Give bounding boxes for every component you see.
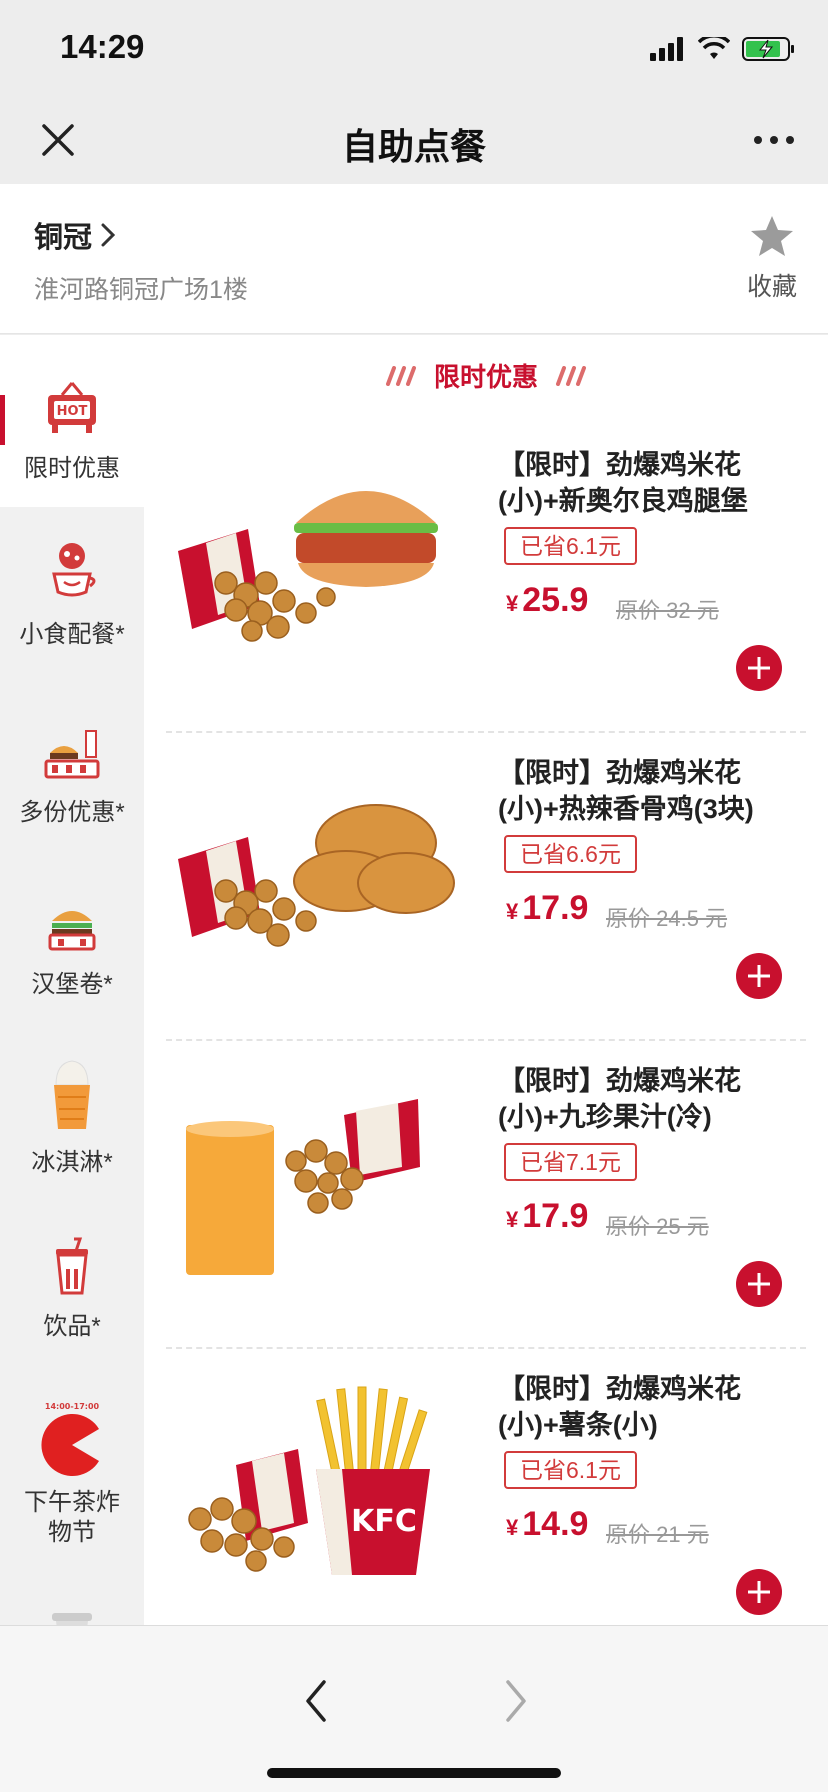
drink-cup-icon bbox=[56, 1237, 88, 1295]
cup-icon bbox=[52, 1613, 92, 1625]
section-header: 限时优惠 bbox=[144, 357, 828, 394]
sidebar-item-drinks[interactable]: 饮品* bbox=[0, 1237, 144, 1342]
price: ¥ 17.9 bbox=[506, 889, 588, 928]
product-name: 【限时】劲爆鸡米花(小)+热辣香骨鸡(3块) bbox=[498, 758, 754, 824]
currency-symbol: ¥ bbox=[506, 1207, 519, 1232]
saved-badge: 已省6.6元 bbox=[504, 835, 637, 873]
svg-text:HOT: HOT bbox=[57, 404, 88, 419]
more-icon[interactable] bbox=[750, 120, 798, 160]
sidebar-item-afternoon-tea[interactable]: 14:00-17:00 下午茶炸物节 bbox=[0, 1401, 144, 1548]
popcorn-chicken-burger-image bbox=[178, 491, 438, 642]
bottom-toolbar bbox=[0, 1625, 828, 1792]
product-item[interactable]: 【限时】劲爆鸡米花(小)+九珍果汁(冷) 已省7.1元 ¥ 17.9 原价 25… bbox=[166, 1041, 806, 1349]
category-sidebar: HOT 限时优惠 小食配餐* 多份优惠* 汉堡卷* 冰淇淋* 饮品* 14:00… bbox=[0, 335, 144, 1625]
price-value: 17.9 bbox=[522, 1197, 589, 1235]
stripes-left-icon bbox=[385, 365, 416, 386]
price-value: 14.9 bbox=[522, 1505, 589, 1543]
snack-cup-icon bbox=[52, 543, 96, 597]
sidebar-item-label: 限时优惠 bbox=[24, 455, 120, 482]
product-item[interactable]: 【限时】劲爆鸡米花(小)+新奥尔良鸡腿堡 已省6.1元 ¥ 25.9 原价 32… bbox=[166, 425, 806, 733]
home-indicator bbox=[267, 1768, 561, 1778]
price-value: 17.9 bbox=[522, 889, 589, 927]
currency-symbol: ¥ bbox=[506, 1515, 519, 1540]
add-to-cart-button[interactable] bbox=[736, 1261, 782, 1307]
add-to-cart-button[interactable] bbox=[736, 645, 782, 691]
popcorn-chicken-wings-image bbox=[178, 804, 455, 947]
forward-arrow-icon[interactable] bbox=[496, 1676, 536, 1726]
status-bar: 14:29 bbox=[0, 0, 828, 100]
saved-badge: 已省6.1元 bbox=[504, 1451, 637, 1489]
add-to-cart-button[interactable] bbox=[736, 953, 782, 999]
product-item[interactable]: KFC 【限时】劲爆鸡米花(小)+薯条(小) 已省6.1元 ¥ 14.9 原价 … bbox=[166, 1349, 806, 1625]
add-to-cart-button[interactable] bbox=[736, 1569, 782, 1615]
battery-charging-icon bbox=[742, 37, 794, 61]
sidebar-item-label: 小食配餐* bbox=[19, 621, 125, 648]
store-name: 铜冠 bbox=[34, 222, 93, 254]
back-arrow-icon[interactable] bbox=[296, 1676, 336, 1726]
ice-cream-icon bbox=[54, 1060, 90, 1129]
hot-sign-icon: HOT bbox=[48, 382, 96, 433]
original-price: 原价 21 元 bbox=[606, 1522, 709, 1547]
price: ¥ 17.9 bbox=[506, 1197, 588, 1236]
afternoon-tea-badge: 14:00-17:00 bbox=[45, 1402, 100, 1411]
popcorn-chicken-fries-image: KFC bbox=[188, 1386, 430, 1575]
sidebar-item-snacks[interactable]: 小食配餐* bbox=[0, 535, 144, 650]
price-value: 25.9 bbox=[522, 581, 589, 619]
stripes-right-icon bbox=[556, 365, 586, 386]
product-name: 【限时】劲爆鸡米花(小)+薯条(小) bbox=[498, 1374, 741, 1440]
product-name: 【限时】劲爆鸡米花(小)+新奥尔良鸡腿堡 bbox=[498, 450, 748, 516]
original-price: 原价 24.5 元 bbox=[606, 906, 728, 931]
wifi-icon bbox=[698, 37, 730, 59]
signal-icon bbox=[650, 37, 683, 61]
sidebar-item-label: 饮品* bbox=[43, 1313, 101, 1340]
section-title: 限时优惠 bbox=[433, 362, 538, 392]
price: ¥ 25.9 bbox=[506, 581, 588, 620]
afternoon-tea-icon: 14:00-17:00 bbox=[41, 1402, 100, 1476]
chevron-right-icon bbox=[101, 223, 116, 247]
svg-text:KFC: KFC bbox=[351, 1504, 417, 1539]
nav-bar: 自助点餐 bbox=[0, 100, 828, 184]
star-icon bbox=[751, 216, 793, 256]
product-item[interactable]: 【限时】劲爆鸡米花(小)+热辣香骨鸡(3块) 已省6.6元 ¥ 17.9 原价 … bbox=[166, 733, 806, 1041]
saved-badge: 已省6.1元 bbox=[504, 527, 637, 565]
sidebar-item-label: 冰淇淋* bbox=[31, 1149, 113, 1176]
favorite-label: 收藏 bbox=[746, 273, 797, 301]
currency-symbol: ¥ bbox=[506, 899, 519, 924]
popcorn-chicken-juice-image bbox=[186, 1099, 420, 1275]
product-name: 【限时】劲爆鸡米花(小)+九珍果汁(冷) bbox=[498, 1066, 741, 1132]
product-list: 限时优惠 【限时】劲爆鸡米花(小)+新奥尔良鸡腿堡 已省6.1元 ¥ 25.9 bbox=[144, 335, 828, 1625]
page-title: 自助点餐 bbox=[341, 126, 486, 167]
sidebar-item-ice-cream[interactable]: 冰淇淋* bbox=[0, 1057, 144, 1178]
status-icons bbox=[650, 34, 796, 64]
store-address: 淮河路铜冠广场1楼 bbox=[34, 276, 248, 304]
original-price: 原价 32 元 bbox=[616, 598, 719, 623]
price: ¥ 14.9 bbox=[506, 1505, 588, 1544]
sidebar-item-label: 多份优惠* bbox=[19, 799, 125, 826]
store-header: 铜冠 淮河路铜冠广场1楼 收藏 bbox=[0, 184, 828, 334]
saved-badge: 已省7.1元 bbox=[504, 1143, 637, 1181]
sidebar-item-limited-offer[interactable]: HOT 限时优惠 bbox=[0, 335, 144, 507]
sidebar-item-multi-discount[interactable]: 多份优惠* bbox=[0, 723, 144, 828]
sidebar-item-burgers[interactable]: 汉堡卷* bbox=[0, 895, 144, 1000]
status-time: 14:29 bbox=[60, 28, 145, 65]
sidebar-item-label: 汉堡卷* bbox=[31, 971, 113, 998]
favorite-button[interactable]: 收藏 bbox=[742, 214, 802, 303]
store-name-link[interactable]: 铜冠 bbox=[34, 214, 118, 256]
currency-symbol: ¥ bbox=[506, 591, 519, 616]
original-price: 原价 25 元 bbox=[606, 1214, 709, 1239]
burger-icon bbox=[48, 911, 96, 951]
meal-bundle-icon bbox=[44, 730, 100, 779]
sidebar-item-label: 下午茶炸物节 bbox=[24, 1489, 120, 1546]
